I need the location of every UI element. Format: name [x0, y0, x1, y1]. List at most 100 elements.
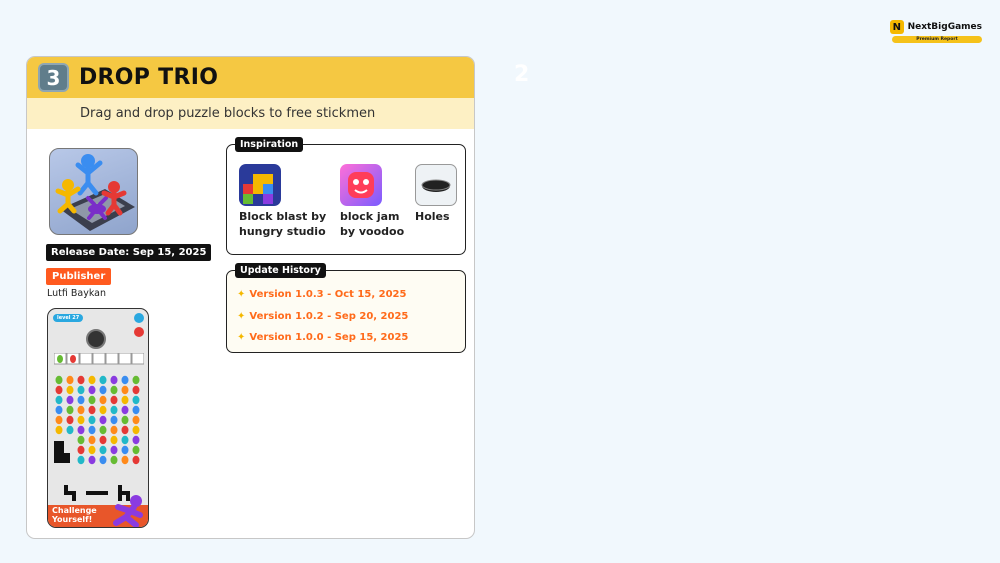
update-item: ✦ Version 1.0.0 - Sep 15, 2025 [237, 332, 408, 343]
inspiration-box: Inspiration Block blast by hungry studio [226, 137, 466, 255]
game-title: DROP TRIO [79, 65, 219, 90]
stickman-token [77, 445, 85, 455]
stickman-token [55, 405, 63, 415]
stickman-token [110, 425, 118, 435]
gameplay-screenshot: level 27 Challenge Yourself! [47, 308, 149, 528]
stickman-token [66, 385, 74, 395]
stickman-token [121, 375, 129, 385]
stickman-token [66, 425, 74, 435]
game-app-icon[interactable] [49, 148, 138, 235]
inspiration-item-line2: hungry studio [239, 225, 326, 238]
inspiration-label: Inspiration [235, 137, 304, 152]
banner-line-2: Yourself! [52, 515, 93, 524]
stickman-token [110, 445, 118, 455]
release-date: Release Date: Sep 15, 2025 [46, 244, 212, 261]
stickman-token [121, 405, 129, 415]
stickman-token [99, 405, 107, 415]
stickman-token [77, 385, 85, 395]
stickman-token [110, 415, 118, 425]
stickman-token [121, 435, 129, 445]
stickman-token [132, 385, 140, 395]
settings-icon [134, 313, 144, 323]
stickman-token [88, 445, 96, 455]
stickman-token [66, 375, 74, 385]
stickman-token [55, 395, 63, 405]
update-item-text: Version 1.0.3 - Oct 15, 2025 [249, 289, 407, 300]
stickman-token [132, 395, 140, 405]
stickman-token [55, 385, 63, 395]
level-badge: level 27 [53, 314, 84, 322]
premium-badge: Premium Report [892, 36, 982, 43]
game-subtitle: Drag and drop puzzle blocks to free stic… [27, 98, 474, 129]
slots-row [54, 353, 144, 365]
inspiration-item-holes[interactable]: Holes [415, 164, 457, 224]
card-header: 3 DROP TRIO [27, 57, 474, 98]
banner-line-1: Challenge [52, 506, 97, 515]
stickman-token [99, 445, 107, 455]
stickman-token [121, 385, 129, 395]
stickman-token [99, 375, 107, 385]
stickman-token [132, 405, 140, 415]
stickman-token [121, 455, 129, 465]
stickman-token [110, 385, 118, 395]
stickman-token [99, 425, 107, 435]
stickman-token [55, 425, 63, 435]
inspiration-item-line1: Block blast by [239, 210, 327, 223]
inspiration-item-block-jam[interactable]: block jam by voodoo [340, 164, 404, 239]
stickman-token [88, 435, 96, 445]
stickman-token [66, 415, 74, 425]
holes-icon [415, 164, 457, 206]
stickman-token [88, 385, 96, 395]
stickman-token [77, 415, 85, 425]
restart-icon [134, 327, 144, 337]
publisher-name: Lutfi Baykan [47, 288, 107, 299]
stickman-token [77, 435, 85, 445]
update-item-text: Version 1.0.2 - Sep 20, 2025 [249, 311, 409, 322]
black-block-2 [64, 453, 70, 463]
block-jam-icon [340, 164, 382, 206]
brand: N NextBigGames Premium Report [890, 20, 982, 43]
inspiration-item-line2: by voodoo [340, 225, 405, 238]
stickman-token [132, 425, 140, 435]
challenge-banner: Challenge Yourself! [48, 495, 148, 527]
stickman-token [99, 415, 107, 425]
sparkle-icon: ✦ [237, 289, 246, 300]
stickman-token [88, 415, 96, 425]
stickman-token [99, 395, 107, 405]
inspiration-item-line1: block jam [340, 210, 400, 223]
stickman-token [88, 455, 96, 465]
publisher-label: Publisher [46, 268, 112, 285]
hole-icon [86, 329, 106, 349]
stickman-token [99, 435, 107, 445]
stickman-token [88, 425, 96, 435]
stickman-token [121, 445, 129, 455]
stickman-token [121, 425, 129, 435]
page-number: 2 [514, 62, 530, 87]
stickmen-grid [55, 375, 140, 465]
block-blast-icon [239, 164, 281, 206]
stickman-token [110, 395, 118, 405]
stickman-token [132, 415, 140, 425]
stickman-token [77, 405, 85, 415]
game-number-badge: 3 [38, 63, 69, 92]
stickman-token [77, 395, 85, 405]
update-item: ✦ Version 1.0.3 - Oct 15, 2025 [237, 289, 406, 300]
brand-name: NextBigGames [907, 22, 982, 32]
stickman-token [77, 455, 85, 465]
sparkle-icon: ✦ [237, 311, 246, 322]
stickman-token [121, 415, 129, 425]
stickman-token [77, 375, 85, 385]
stickman-token [99, 385, 107, 395]
stickman-token [110, 375, 118, 385]
game-card: 3 DROP TRIO Drag and drop puzzle blocks … [26, 56, 475, 539]
stickman-token [110, 455, 118, 465]
purple-stickman-icon [113, 495, 143, 527]
update-history-box: Update History ✦ Version 1.0.3 - Oct 15, … [226, 263, 466, 353]
update-item-text: Version 1.0.0 - Sep 15, 2025 [249, 332, 409, 343]
stickman-token [132, 375, 140, 385]
stickman-token [88, 405, 96, 415]
inspiration-item-block-blast[interactable]: Block blast by hungry studio [239, 164, 326, 239]
stickman-token [132, 435, 140, 445]
inspiration-item-line1: Holes [415, 210, 450, 223]
stickman-token [110, 435, 118, 445]
